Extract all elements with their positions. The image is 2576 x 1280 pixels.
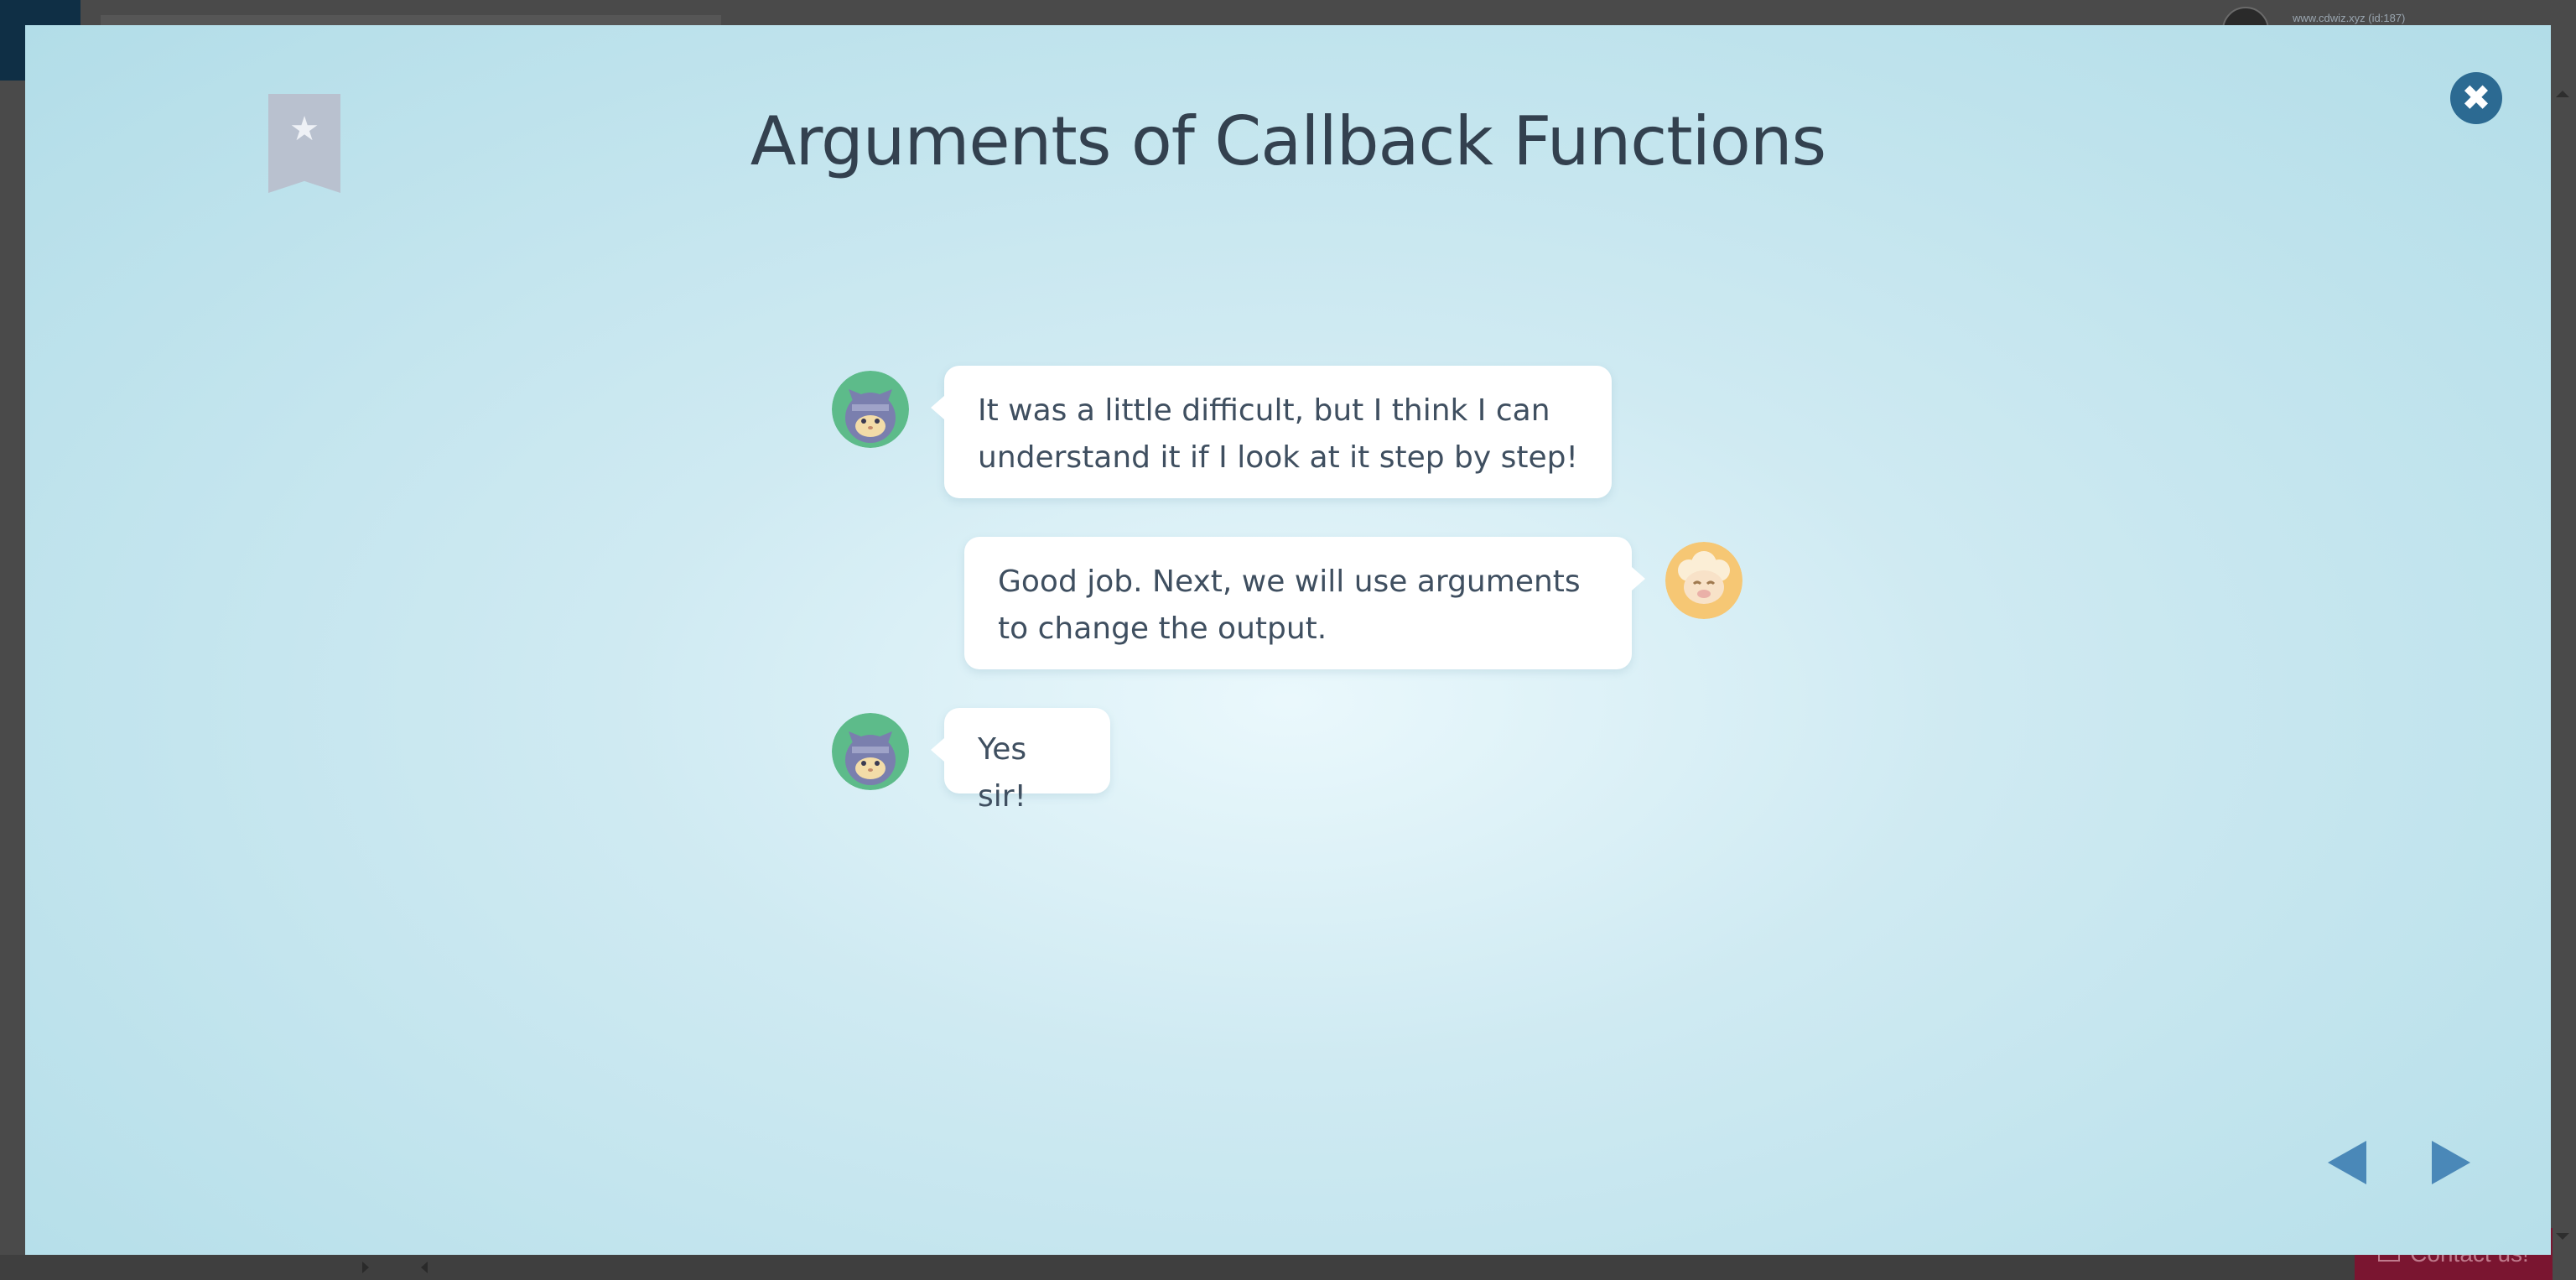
chat-bubble: It was a little difficult, but I think I… (931, 366, 1612, 498)
scroll-up-icon (2556, 91, 2569, 97)
triangle-left-icon[interactable] (2328, 1141, 2366, 1184)
caret-left-icon (421, 1262, 428, 1273)
ninja-cat-avatar (832, 371, 909, 448)
close-button[interactable]: ✖ (2450, 72, 2502, 124)
chat-bubble: Yes sir! (931, 708, 1110, 814)
background-topbar (101, 15, 721, 25)
triangle-right-icon[interactable] (2432, 1141, 2470, 1184)
caret-right-icon (362, 1262, 369, 1273)
lesson-modal: ★ Arguments of Callback Functions ✖ It w… (25, 25, 2551, 1255)
lesson-title: Arguments of Callback Functions (750, 102, 1826, 180)
background-bottom-bar (0, 1255, 2355, 1280)
close-icon: ✖ (2461, 77, 2491, 118)
scroll-down-icon (2556, 1233, 2569, 1240)
sheep-avatar (1665, 542, 1742, 619)
user-label: www.cdwiz.xyz (id:187) (2293, 12, 2406, 24)
ninja-cat-avatar (832, 713, 909, 790)
chat-bubble: Good job. Next, we will use arguments to… (964, 537, 1645, 669)
